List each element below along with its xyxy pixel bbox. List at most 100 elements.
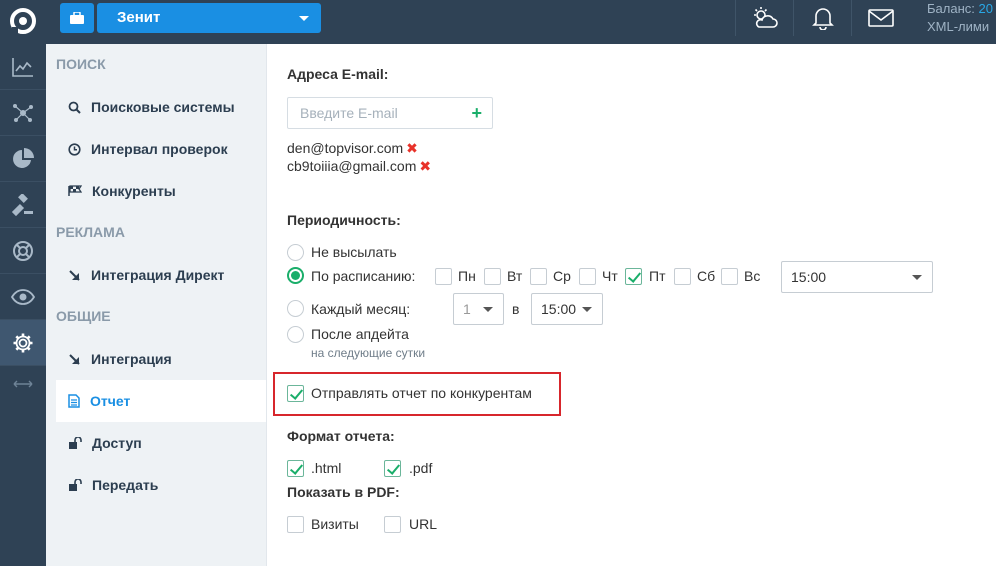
weather-cloud-icon (753, 7, 778, 28)
expand-arrows-icon (13, 380, 33, 388)
bell-icon (811, 8, 834, 30)
after-update-hint: на следующие сутки (311, 346, 426, 360)
format-html-label: .html (311, 460, 342, 476)
email-input[interactable]: Введите E-mail + (287, 97, 493, 129)
report-settings-panel: Адреса E-mail: Введите E-mail + den@topv… (267, 44, 996, 566)
flag-icon (68, 185, 82, 196)
competitors-report-label: Отправлять отчет по конкурентам (311, 385, 532, 401)
day-label: Пт (649, 268, 666, 284)
lifebuoy-icon (13, 240, 33, 261)
in-label: в (512, 301, 520, 317)
day-checkbox-wed[interactable] (530, 268, 547, 285)
line-chart-icon (12, 57, 33, 77)
radio-after-update[interactable] (287, 326, 304, 343)
sidebar-item-label: Поисковые системы (91, 99, 235, 115)
sidebar-item-label: Интеграция Директ (91, 267, 225, 283)
radio-schedule[interactable] (287, 267, 304, 284)
pdf-visits-label: Визиты (311, 516, 359, 532)
briefcase-icon (70, 12, 84, 24)
document-icon (68, 394, 80, 408)
weather-button[interactable] (735, 0, 793, 36)
clock-icon (68, 142, 81, 156)
network-icon (13, 103, 33, 122)
pdf-url-checkbox[interactable] (384, 516, 401, 533)
section-title-search: ПОИСК (56, 56, 106, 72)
format-label: Формат отчета: (287, 428, 395, 444)
format-pdf-label: .pdf (409, 460, 433, 476)
rail-item-analytics[interactable] (0, 136, 46, 182)
balance-info[interactable]: Баланс: 20 XML-лими (927, 0, 993, 36)
competitors-report-checkbox[interactable] (287, 385, 304, 402)
day-checkbox-fri[interactable] (625, 268, 642, 285)
section-title-ads: РЕКЛАМА (56, 224, 125, 240)
day-label: Ср (553, 268, 571, 284)
chevron-down-icon (582, 307, 592, 312)
envelope-icon (867, 9, 894, 27)
chevron-down-icon (912, 275, 922, 280)
sidebar-item-label: Передать (92, 477, 159, 493)
sidebar-item-access[interactable]: Доступ (46, 422, 266, 464)
remove-email-icon[interactable]: ✖ (406, 140, 418, 156)
radio-after-update-label: После апдейта (311, 326, 409, 342)
rail-item-clustering[interactable] (0, 90, 46, 136)
radio-monthly[interactable] (287, 300, 304, 317)
arrow-diagonal-icon (69, 353, 80, 365)
rail-item-support[interactable] (0, 228, 46, 274)
search-icon (68, 101, 81, 114)
pdf-visits-checkbox[interactable] (287, 516, 304, 533)
email-input-placeholder: Введите E-mail (300, 105, 398, 121)
remove-email-icon[interactable]: ✖ (419, 158, 431, 174)
sidebar-item-search-engines[interactable]: Поисковые системы (46, 86, 266, 128)
schedule-time-value: 15:00 (791, 269, 827, 285)
sidebar-item-label: Интервал проверок (91, 141, 228, 157)
messages-button[interactable] (851, 0, 909, 36)
section-title-general: ОБЩИЕ (56, 308, 111, 324)
email-section-label: Адреса E-mail: (287, 66, 389, 82)
email-address: cb9toiiia@gmail.com (287, 158, 417, 174)
radio-monthly-label: Каждый месяц: (311, 301, 411, 317)
project-select[interactable]: Зенит (97, 3, 321, 33)
xml-limit-label: XML-лими (927, 19, 990, 34)
gear-icon (13, 333, 33, 352)
sidebar-item-report[interactable]: Отчет (56, 380, 266, 422)
day-checkbox-sun[interactable] (721, 268, 738, 285)
rail-item-positions[interactable] (0, 44, 46, 90)
email-address: den@topvisor.com (287, 140, 404, 156)
radio-no-send-label: Не высылать (311, 244, 397, 260)
rail-item-monitoring[interactable] (0, 274, 46, 320)
project-name: Зенит (117, 9, 161, 26)
add-email-icon[interactable]: + (471, 98, 482, 128)
settings-sidebar: ПОИСК Поисковые системы Интервал проверо… (46, 44, 267, 566)
day-checkbox-thu[interactable] (579, 268, 596, 285)
email-list-item: den@topvisor.com ✖ (287, 140, 418, 157)
pdf-options-label: Показать в PDF: (287, 484, 400, 500)
day-checkbox-sat[interactable] (674, 268, 691, 285)
sidebar-item-direct-integration[interactable]: Интеграция Директ (46, 254, 266, 296)
month-time-select[interactable]: 15:00 (531, 293, 603, 325)
rail-item-audit[interactable] (0, 182, 46, 228)
notifications-button[interactable] (793, 0, 851, 36)
month-day-select[interactable]: 1 (453, 293, 504, 325)
sidebar-item-transfer[interactable]: Передать (46, 464, 266, 506)
projects-button[interactable] (60, 3, 94, 33)
rail-expand-toggle[interactable] (0, 366, 46, 402)
format-html-checkbox[interactable] (287, 460, 304, 477)
logo-icon[interactable] (0, 0, 46, 44)
day-label: Чт (602, 268, 618, 284)
day-checkbox-tue[interactable] (484, 268, 501, 285)
sidebar-item-competitors[interactable]: Конкуренты (46, 170, 266, 212)
day-label: Пн (458, 268, 476, 284)
sidebar-item-label: Конкуренты (92, 183, 176, 199)
format-pdf-checkbox[interactable] (384, 460, 401, 477)
sidebar-item-check-interval[interactable]: Интервал проверок (46, 128, 266, 170)
sidebar-item-label: Интеграция (91, 351, 172, 367)
rail-item-settings[interactable] (0, 320, 46, 366)
radio-no-send[interactable] (287, 244, 304, 261)
day-checkbox-mon[interactable] (435, 268, 452, 285)
sidebar-item-integration[interactable]: Интеграция (46, 338, 266, 380)
main-nav-rail (0, 44, 46, 566)
radio-schedule-label: По расписанию: (311, 268, 416, 284)
schedule-time-select[interactable]: 15:00 (781, 261, 933, 293)
pdf-url-label: URL (409, 516, 438, 532)
email-list-item: cb9toiiia@gmail.com ✖ (287, 158, 431, 175)
